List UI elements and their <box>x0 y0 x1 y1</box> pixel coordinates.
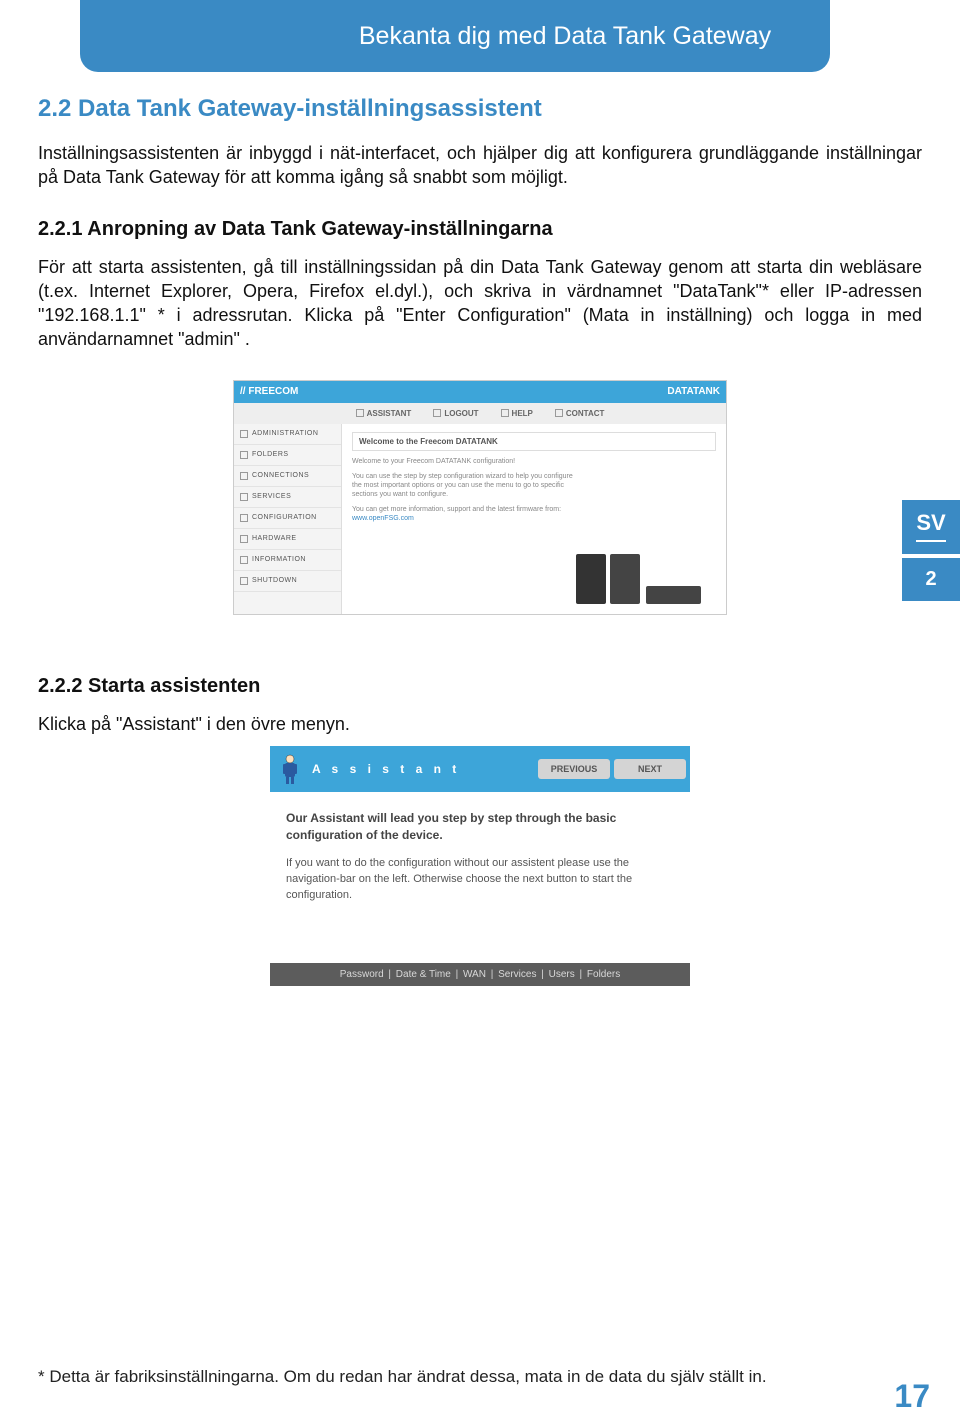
logout-icon <box>433 409 441 417</box>
device-box-icon <box>610 554 640 604</box>
sidebar-item-configuration[interactable]: CONFIGURATION <box>234 508 341 529</box>
sc1-brand: // FREECOM <box>240 386 298 397</box>
sidebar-item-folders[interactable]: FOLDERS <box>234 445 341 466</box>
sc1-main-panel: Welcome to the Freecom DATATANK Welcome … <box>342 424 726 614</box>
sidebar-item-services[interactable]: SERVICES <box>234 487 341 508</box>
sidebar-item-shutdown[interactable]: SHUTDOWN <box>234 571 341 592</box>
page-number: 17 <box>894 1378 930 1415</box>
sc1-welcome-text: Welcome to your Freecom DATATANK configu… <box>352 457 582 524</box>
chapter-header-title: Bekanta dig med Data Tank Gateway <box>359 22 771 51</box>
device-illustration <box>576 544 706 604</box>
sidebar-item-administration[interactable]: ADMINISTRATION <box>234 424 341 445</box>
sidebar-item-information[interactable]: INFORMATION <box>234 550 341 571</box>
sc2-plain-text: If you want to do the configuration with… <box>286 856 674 904</box>
config-icon <box>240 514 248 522</box>
sc1-topbar: // FREECOM DATATANK <box>234 381 726 403</box>
sc2-lead-text: Our Assistant will lead you step by step… <box>286 810 674 844</box>
sidebar-item-hardware[interactable]: HARDWARE <box>234 529 341 550</box>
side-lang: SV <box>902 500 960 554</box>
section-2-2-1-body: För att starta assistenten, gå till inst… <box>38 255 922 352</box>
sidebar-item-connections[interactable]: CONNECTIONS <box>234 466 341 487</box>
screenshot-datatank-config: // FREECOM DATATANK ASSISTANT LOGOUT HEL… <box>233 380 727 615</box>
chapter-header: Bekanta dig med Data Tank Gateway <box>80 0 830 72</box>
info-icon <box>240 556 248 564</box>
section-2-2-2-title: 2.2.2 Starta assistenten <box>38 675 922 698</box>
sc2-step-users[interactable]: Users <box>549 969 575 980</box>
previous-button[interactable]: PREVIOUS <box>538 759 610 779</box>
sc1-welcome-bar: Welcome to the Freecom DATATANK <box>352 432 716 451</box>
footnote: * Detta är fabriksinställningarna. Om du… <box>38 1367 767 1387</box>
sc1-nav-help[interactable]: HELP <box>501 409 533 418</box>
assistant-figure-icon <box>276 750 304 788</box>
device-box-icon <box>576 554 606 604</box>
section-2-2-title: 2.2 Data Tank Gateway-inställningsassist… <box>38 95 922 123</box>
sc1-nav: ASSISTANT LOGOUT HELP CONTACT <box>234 403 726 424</box>
assistant-icon <box>356 409 364 417</box>
admin-icon <box>240 430 248 438</box>
device-flat-icon <box>646 586 701 604</box>
hardware-icon <box>240 535 248 543</box>
side-underline <box>916 540 946 542</box>
folders-icon <box>240 451 248 459</box>
sc2-topbar: A s s i s t a n t PREVIOUS NEXT <box>270 746 690 792</box>
sc2-title: A s s i s t a n t <box>312 762 538 776</box>
sc2-body: Our Assistant will lead you step by step… <box>270 792 690 963</box>
sc2-step-password[interactable]: Password <box>340 969 384 980</box>
sc2-step-services[interactable]: Services <box>498 969 536 980</box>
sc2-step-wan[interactable]: WAN <box>463 969 486 980</box>
sc2-footer: Password | Date & Time | WAN | Services … <box>270 963 690 986</box>
section-2-2-body: Inställningsassistenten är inbyggd i nät… <box>38 141 922 190</box>
sc1-nav-assistant[interactable]: ASSISTANT <box>356 409 412 418</box>
sc2-step-folders[interactable]: Folders <box>587 969 620 980</box>
sc1-nav-contact[interactable]: CONTACT <box>555 409 605 418</box>
side-chapter-num: 2 <box>902 558 960 601</box>
sc1-link[interactable]: www.openFSG.com <box>352 515 414 522</box>
shutdown-icon <box>240 577 248 585</box>
contact-icon <box>555 409 563 417</box>
sc2-step-datetime[interactable]: Date & Time <box>396 969 451 980</box>
section-2-2-2-body: Klicka på "Assistant" i den övre menyn. <box>38 712 922 736</box>
side-tab: SV 2 <box>902 500 960 601</box>
section-2-2-1-title: 2.2.1 Anropning av Data Tank Gateway-ins… <box>38 218 922 241</box>
screenshot-assistant: A s s i s t a n t PREVIOUS NEXT Our Assi… <box>270 746 690 986</box>
next-button[interactable]: NEXT <box>614 759 686 779</box>
sc1-brand-right: DATATANK <box>667 386 720 397</box>
connections-icon <box>240 472 248 480</box>
sc1-sidebar: ADMINISTRATION FOLDERS CONNECTIONS SERVI… <box>234 424 342 614</box>
sc1-nav-logout[interactable]: LOGOUT <box>433 409 478 418</box>
services-icon <box>240 493 248 501</box>
help-icon <box>501 409 509 417</box>
